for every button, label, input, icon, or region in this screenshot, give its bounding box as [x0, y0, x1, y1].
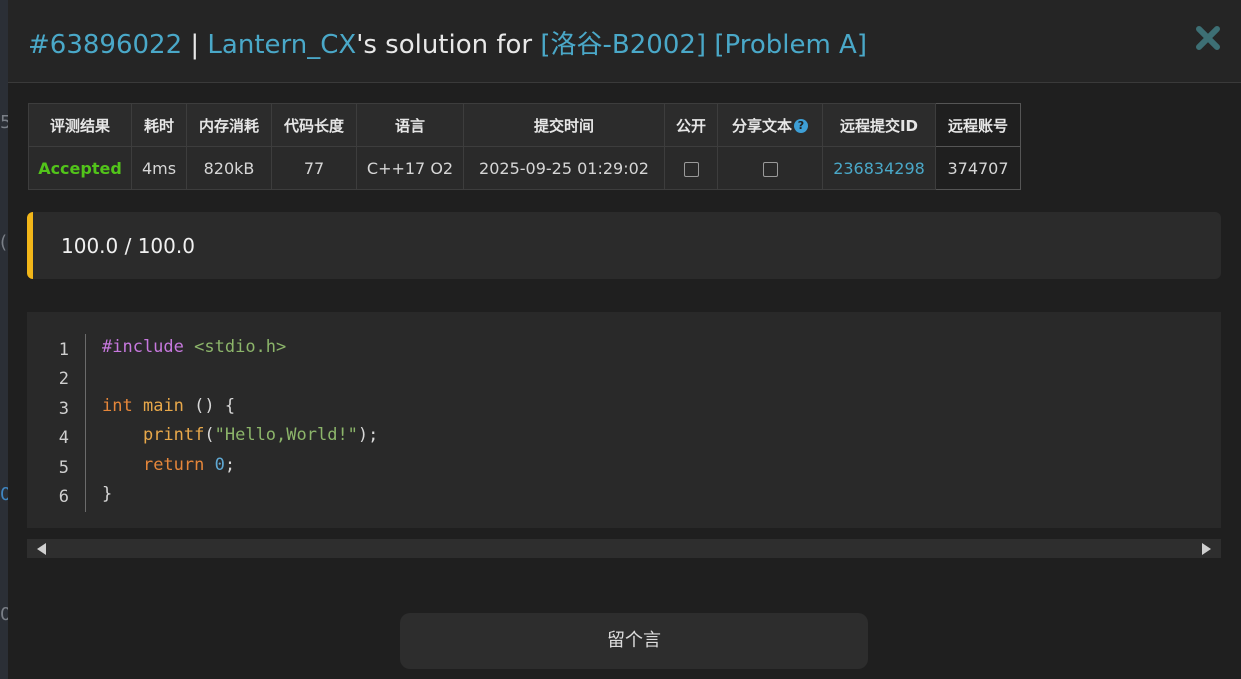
code-length-cell: 77: [271, 146, 357, 190]
line-number: 4: [58, 428, 69, 448]
remote-id-link[interactable]: 236834298: [822, 146, 936, 190]
code-token: 0: [214, 455, 225, 475]
code-viewer: 1 2 3 4 5 6 #include <stdio.h> int main …: [27, 312, 1221, 528]
code-token: main: [142, 396, 184, 416]
code-line: int main () {: [102, 396, 236, 416]
code-line: #include <stdio.h>: [102, 337, 286, 357]
scroll-left-icon[interactable]: [37, 543, 46, 555]
horizontal-scrollbar[interactable]: [27, 539, 1221, 558]
code-token: #include: [102, 337, 184, 357]
background-glyph: (: [0, 232, 8, 253]
gutter-divider: [85, 334, 86, 512]
public-cell: [664, 146, 718, 190]
line-number: 6: [58, 487, 69, 507]
share-cell: [717, 146, 823, 190]
code-line: }: [102, 484, 113, 504]
col-header-result: 评测结果: [28, 103, 132, 147]
solution-modal: #63896022 | Lantern_CX's solution for [洛…: [8, 0, 1241, 679]
scroll-right-icon[interactable]: [1202, 543, 1211, 555]
col-header-time: 耗时: [131, 103, 187, 147]
modal-header: #63896022 | Lantern_CX's solution for [洛…: [8, 0, 1241, 83]
background-page-strip: [0, 0, 8, 679]
col-header-remote-id: 远程提交ID: [822, 103, 936, 147]
score-panel: 100.0 / 100.0: [27, 212, 1221, 279]
submission-info-table: 评测结果 耗时 内存消耗 代码长度 语言 提交时间 公开 分享文本? 远程提交I…: [28, 103, 1021, 190]
code-token: return: [142, 455, 205, 475]
code-token: <stdio.h>: [194, 337, 287, 357]
line-number: 3: [58, 399, 69, 419]
public-checkbox[interactable]: [683, 161, 699, 177]
problem-code-link[interactable]: [洛谷-B2002]: [540, 30, 706, 60]
col-header-share: 分享文本?: [717, 103, 823, 147]
time-cell: 4ms: [131, 146, 187, 190]
col-header-remote-account: 远程账号: [935, 103, 1021, 147]
table-header-row: 评测结果 耗时 内存消耗 代码长度 语言 提交时间 公开 分享文本? 远程提交I…: [28, 103, 1021, 147]
record-id-link[interactable]: #63896022: [28, 30, 182, 60]
close-icon[interactable]: [1195, 24, 1221, 52]
line-number: 2: [58, 369, 69, 389]
code-line: printf("Hello,World!");: [142, 425, 379, 445]
col-header-language: 语言: [356, 103, 464, 147]
col-header-submit-time: 提交时间: [463, 103, 665, 147]
help-icon[interactable]: ?: [794, 119, 808, 133]
line-number-gutter: 1 2 3 4 5 6: [27, 312, 85, 528]
code-token: printf: [142, 425, 205, 445]
memory-cell: 820kB: [186, 146, 272, 190]
line-number: 5: [58, 458, 69, 478]
share-header-label: 分享文本: [731, 116, 792, 135]
title-separator: |: [182, 30, 208, 60]
share-checkbox[interactable]: [762, 161, 778, 177]
table-row: Accepted 4ms 820kB 77 C++17 O2 2025-09-2…: [28, 146, 1021, 190]
code-token: "Hello,World!": [214, 425, 358, 445]
title-text: 's solution for: [356, 30, 541, 60]
leave-comment-button[interactable]: 留个言: [400, 613, 868, 669]
problem-name-link[interactable]: [Problem A]: [714, 30, 867, 60]
code-token: int: [102, 396, 133, 416]
language-cell: C++17 O2: [356, 146, 464, 190]
line-number: 1: [58, 340, 69, 360]
modal-title: #63896022 | Lantern_CX's solution for [洛…: [28, 24, 867, 61]
remote-account-cell: 374707: [935, 146, 1021, 190]
user-link[interactable]: Lantern_CX: [207, 30, 356, 60]
col-header-public: 公开: [664, 103, 718, 147]
submit-time-cell: 2025-09-25 01:29:02: [463, 146, 665, 190]
code-line: return 0;: [142, 455, 236, 475]
col-header-memory: 内存消耗: [186, 103, 272, 147]
result-cell: Accepted: [28, 146, 132, 190]
col-header-code-length: 代码长度: [271, 103, 357, 147]
score-text: 100.0 / 100.0: [61, 234, 195, 258]
